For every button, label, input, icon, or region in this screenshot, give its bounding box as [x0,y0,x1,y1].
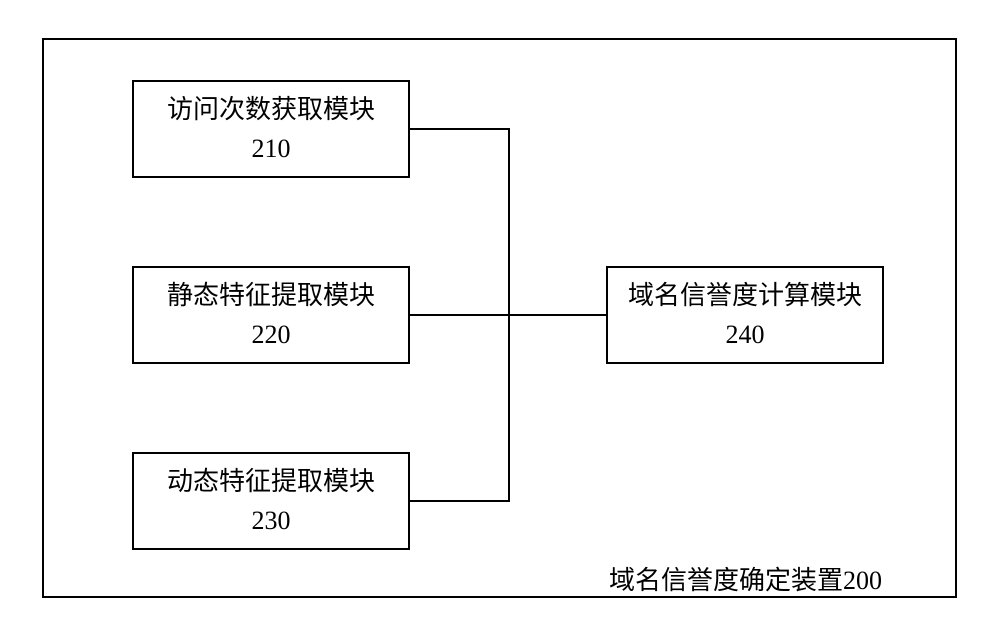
module-label: 域名信誉度计算模块 [628,276,862,315]
connector-line [410,500,510,502]
module-static-feature: 静态特征提取模块 220 [132,266,410,364]
module-reputation-compute: 域名信誉度计算模块 240 [606,266,884,364]
diagram-caption: 域名信誉度确定装置200 [609,560,882,597]
module-dynamic-feature: 动态特征提取模块 230 [132,452,410,550]
module-number: 240 [726,315,765,354]
module-label: 访问次数获取模块 [167,90,375,129]
module-access-count: 访问次数获取模块 210 [132,80,410,178]
module-label: 动态特征提取模块 [167,462,375,501]
module-number: 230 [252,501,291,540]
connector-line [410,314,510,316]
connector-line [410,128,510,130]
module-label: 静态特征提取模块 [167,276,375,315]
connector-line [510,314,606,316]
diagram-frame: 访问次数获取模块 210 静态特征提取模块 220 动态特征提取模块 230 域… [42,38,957,598]
module-number: 210 [252,129,291,168]
module-number: 220 [252,315,291,354]
